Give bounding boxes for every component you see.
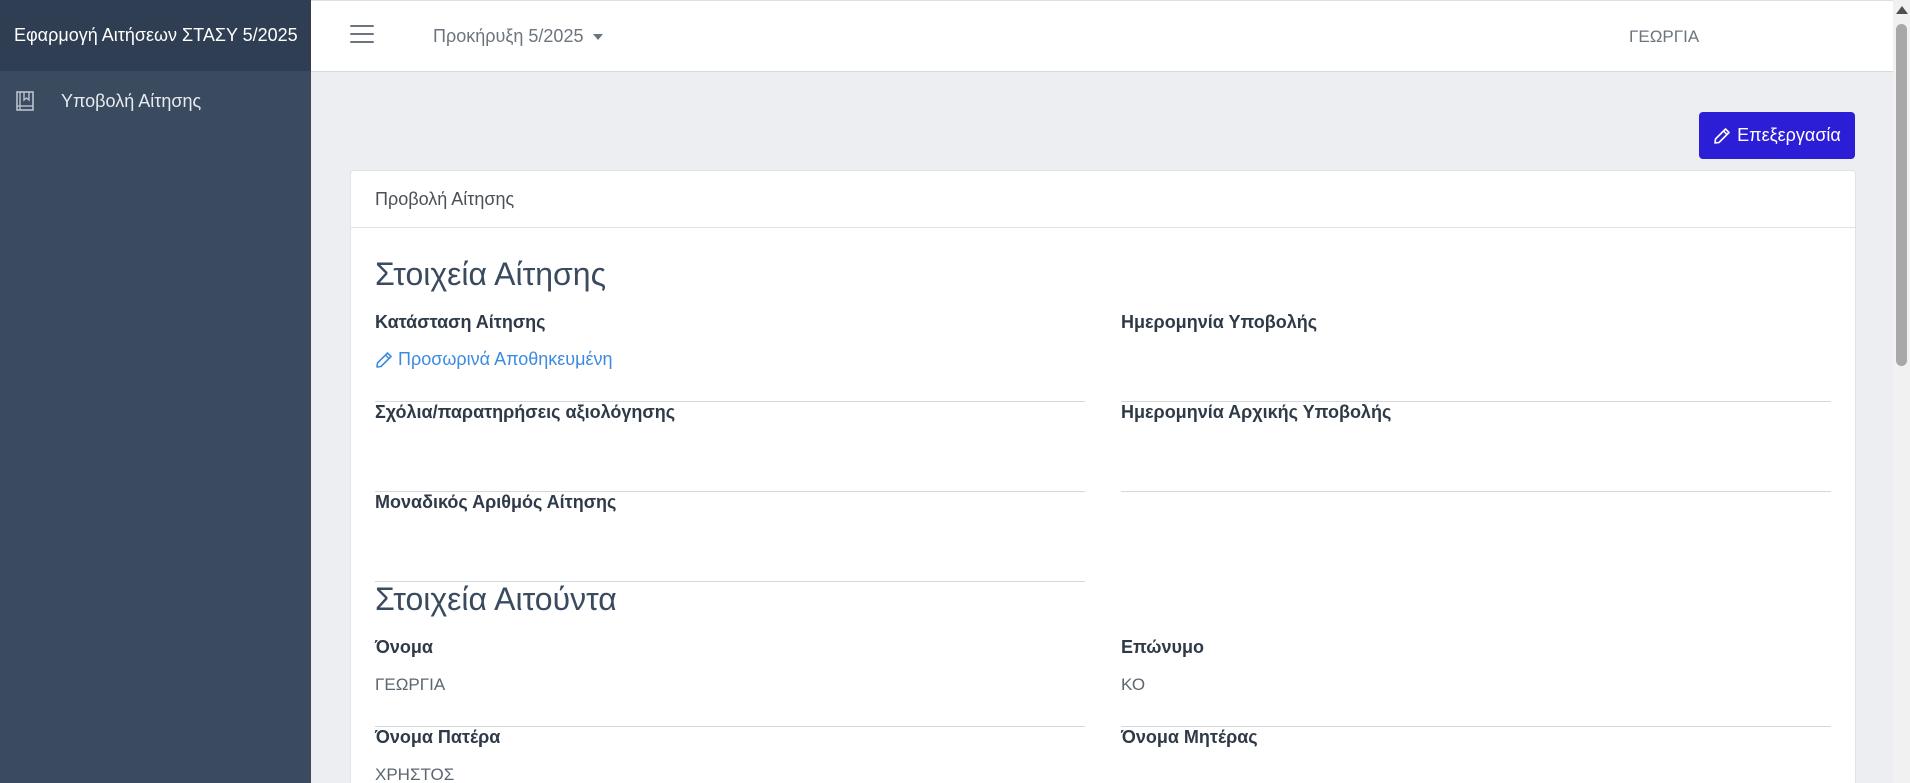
application-status-field: Κατάσταση Αίτησης Προσωρινά Αποθηκευμένη [375,312,1085,402]
app-brand[interactable]: Εφαρμογή Αιτήσεων ΣΤΑΣΥ 5/2025 [0,0,311,71]
topbar: Προκήρυξη 5/2025 ΓΕΩΡΓΙΑ [311,0,1893,72]
field-label: Όνομα Μητέρας [1121,727,1258,747]
scroll-up-arrow-icon[interactable] [1896,6,1908,14]
field-label: Κατάσταση Αίτησης [375,312,546,332]
field-label: Επώνυμο [1121,637,1204,657]
first-name-field: Όνομα ΓΕΩΡΓΙΑ [375,637,1085,727]
field-label: Όνομα [375,637,433,657]
proclamation-dropdown[interactable]: Προκήρυξη 5/2025 [433,26,604,47]
field-label: Ημερομηνία Αρχικής Υποβολής [1121,402,1392,422]
field-value: ΚΟ [1121,675,1146,694]
field-value: ΓΕΩΡΓΙΑ [375,675,446,694]
user-menu[interactable]: ΓΕΩΡΓΙΑ [1629,27,1699,47]
evaluation-comments-field: Σχόλια/παρατηρήσεις αξιολόγησης [375,402,1085,492]
field-label: Σχόλια/παρατηρήσεις αξιολόγησης [375,402,676,422]
field-label: Όνομα Πατέρα [375,727,501,747]
edit-button[interactable]: Επεξεργασία [1699,112,1855,159]
initial-submission-date-field: Ημερομηνία Αρχικής Υποβολής [1121,402,1831,492]
book-icon [15,90,35,112]
scrollbar-thumb[interactable] [1896,24,1907,366]
status-link[interactable]: Προσωρινά Αποθηκευμένη [375,349,613,370]
pencil-icon [375,351,393,369]
edit-button-label: Επεξεργασία [1737,125,1841,145]
last-name-field: Επώνυμο ΚΟ [1121,637,1831,727]
app-root: Εφαρμογή Αιτήσεων ΣΤΑΣΥ 5/2025 Υποβολή Α… [0,0,1910,783]
caret-down-icon [593,33,604,40]
field-label: Ημερομηνία Υποβολής [1121,312,1318,332]
field-value: ΧΡΗΣΤΟΣ [375,765,455,783]
status-value: Προσωρινά Αποθηκευμένη [398,349,613,369]
mother-name-field: Όνομα Μητέρας [1121,727,1831,783]
applicant-details-title: Στοιχεία Αιτούντα [375,581,617,617]
application-details-title: Στοιχεία Αίτησης [375,256,606,292]
sidebar-item-label: Υποβολή Αίτησης [61,90,202,111]
submission-date-field: Ημερομηνία Υποβολής [1121,312,1831,402]
card-header: Προβολή Αίτησης [351,171,1855,228]
pencil-icon [1713,127,1731,145]
page-scrollbar[interactable] [1893,0,1910,783]
sidebar: Εφαρμογή Αιτήσεων ΣΤΑΣΥ 5/2025 Υποβολή Α… [0,0,311,783]
field-label: Μοναδικός Αριθμός Αίτησης [375,492,617,512]
sidebar-item-submit-application[interactable]: Υποβολή Αίτησης [0,71,311,131]
father-name-field: Όνομα Πατέρα ΧΡΗΣΤΟΣ [375,727,1085,783]
proclamation-label: Προκήρυξη 5/2025 [433,26,584,46]
unique-application-number-field: Μοναδικός Αριθμός Αίτησης [375,492,1085,582]
application-view-card: Προβολή Αίτησης Στοιχεία Αίτησης Κατάστα… [350,170,1856,783]
menu-toggle-icon[interactable] [350,25,374,45]
